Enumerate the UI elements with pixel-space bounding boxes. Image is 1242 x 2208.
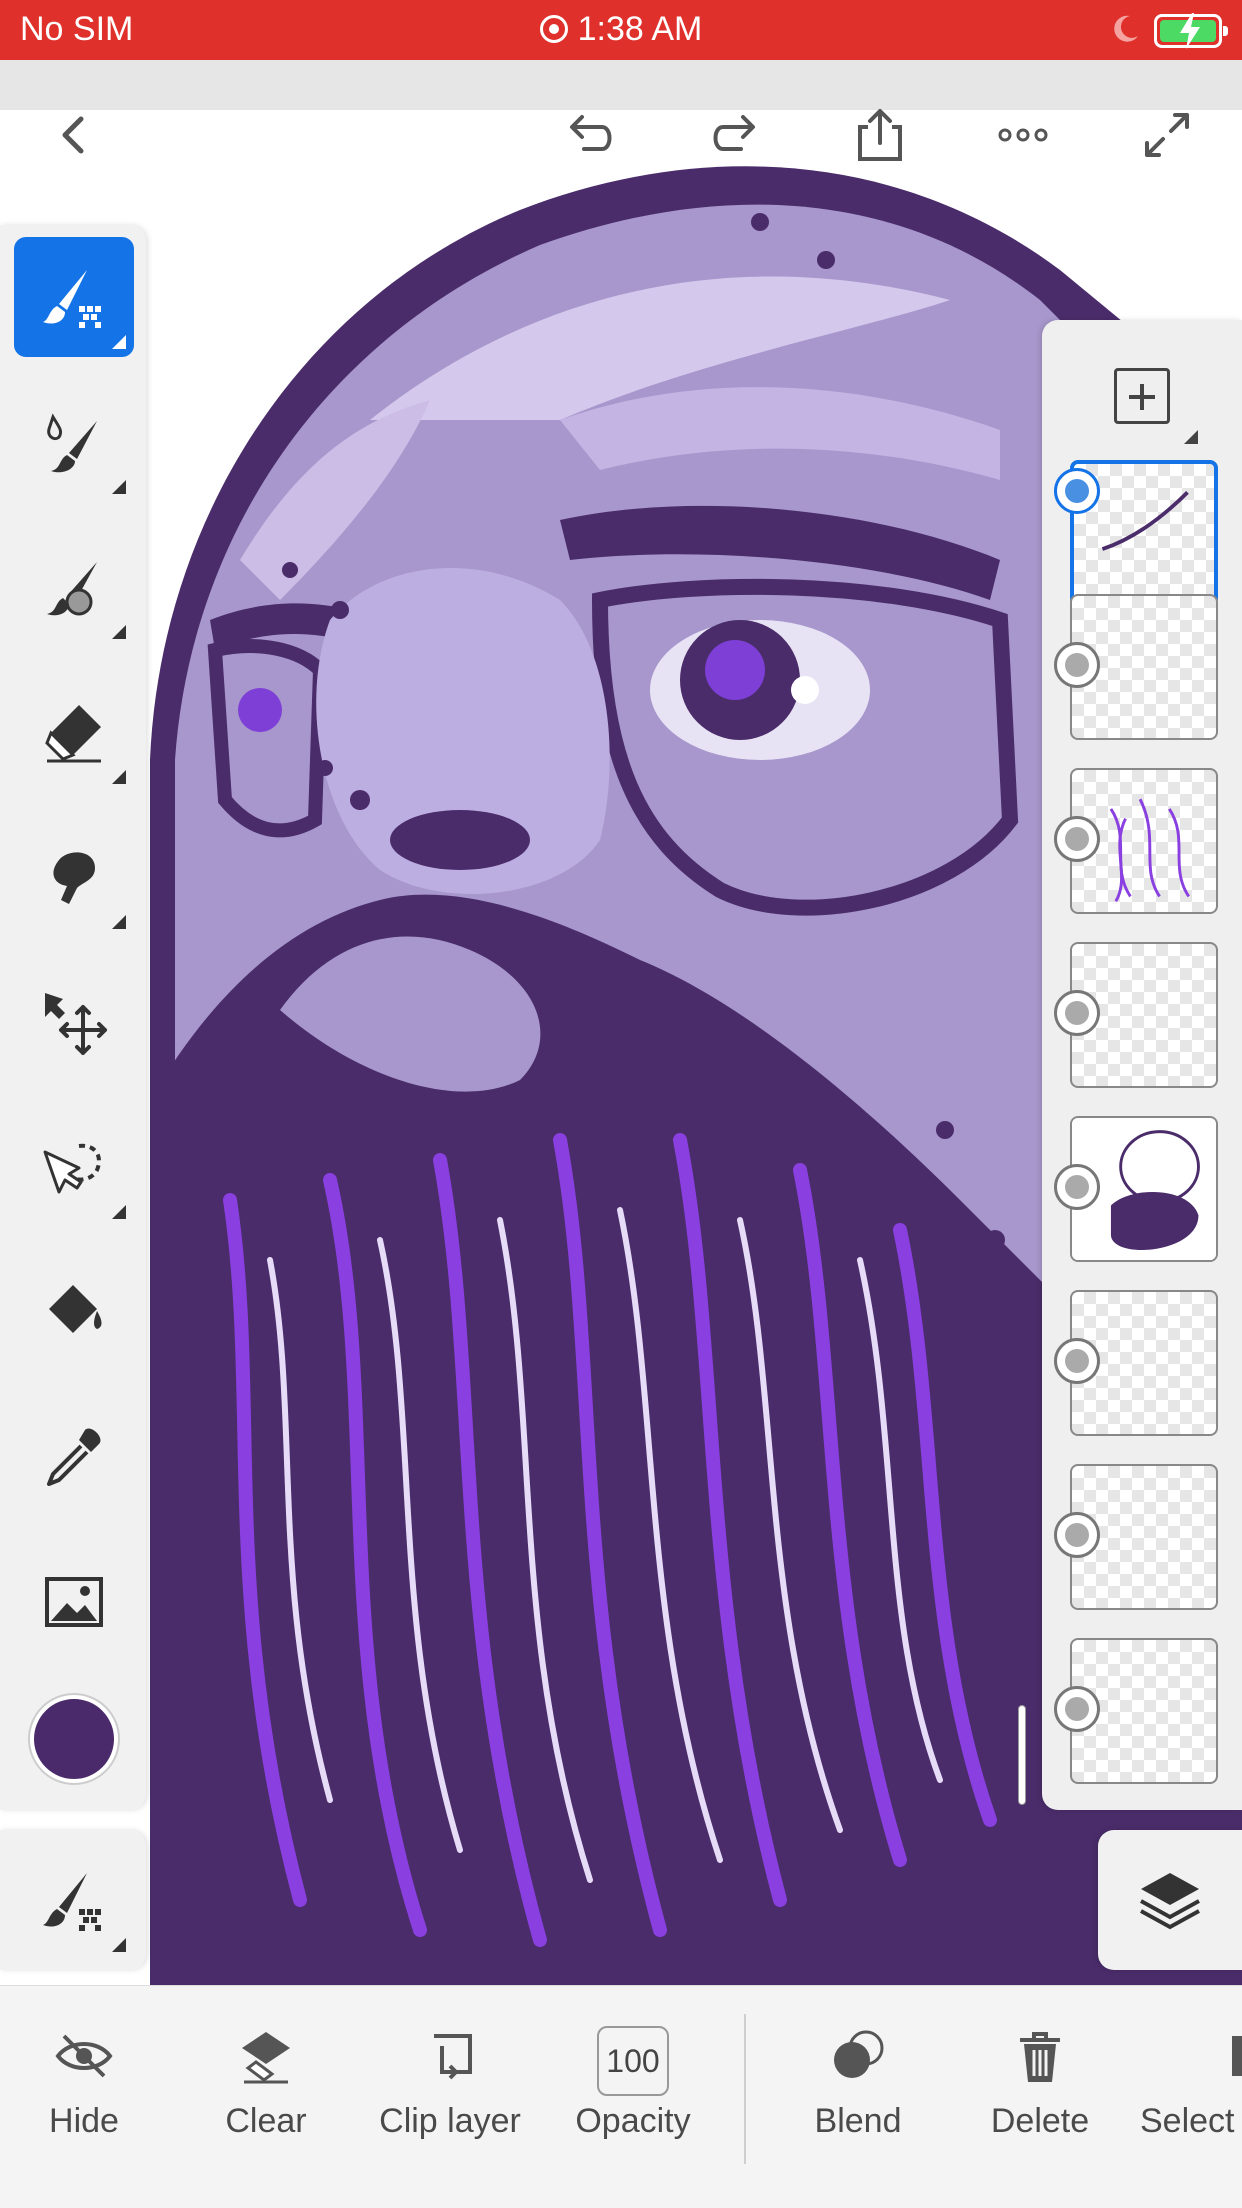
eraser-icon <box>45 705 101 763</box>
image-icon <box>45 1577 103 1627</box>
tool-image[interactable] <box>14 1542 134 1662</box>
tool-pixel-brush[interactable] <box>14 237 134 357</box>
tool-eyedropper[interactable] <box>14 1397 134 1517</box>
layer-visibility-radio[interactable] <box>1054 642 1100 688</box>
blend-label: Blend <box>814 2102 902 2140</box>
select-icon <box>1232 2036 1242 2076</box>
live-brush-icon <box>47 413 97 473</box>
undo-button[interactable] <box>555 100 625 170</box>
layer-visibility-radio[interactable] <box>1054 1686 1100 1732</box>
layer-visibility-radio[interactable] <box>1054 1164 1100 1210</box>
select-label: Select <box>1140 2102 1235 2140</box>
back-chevron-icon <box>62 116 84 154</box>
share-button[interactable] <box>845 100 915 170</box>
hide-layer-button[interactable]: Hide <box>4 2026 164 2141</box>
clock: 1:38 AM <box>577 10 703 48</box>
eraser-clear-icon <box>242 2032 290 2084</box>
lasso-select-icon <box>43 1143 101 1194</box>
color-picker-swatch[interactable] <box>30 1695 118 1783</box>
tool-live-brush[interactable] <box>14 382 134 502</box>
transform-icon <box>45 993 107 1055</box>
select-layer-button[interactable]: Select <box>1140 2026 1242 2141</box>
brush-settings-panel <box>0 1830 146 1970</box>
layer-visibility-radio[interactable] <box>1054 816 1100 862</box>
delete-label: Delete <box>990 2102 1090 2140</box>
more-button[interactable] <box>988 100 1058 170</box>
blend-button[interactable]: Blend <box>778 2026 938 2141</box>
tool-transform[interactable] <box>14 962 134 1082</box>
tool-palette <box>0 225 146 1810</box>
brush-settings-button[interactable] <box>14 1840 134 1960</box>
fullscreen-icon <box>1145 113 1189 157</box>
clip-layer-label: Clip layer <box>379 2102 521 2140</box>
undo-icon <box>570 115 612 151</box>
hide-label: Hide <box>49 2102 119 2140</box>
tool-smudge[interactable] <box>14 817 134 937</box>
pixel-brush-settings-icon <box>43 1873 101 1931</box>
eyedropper-icon <box>47 1428 101 1486</box>
vector-brush-icon <box>47 562 97 616</box>
add-layer-options-icon[interactable] <box>1184 430 1198 444</box>
layers-toggle-button[interactable] <box>1098 1830 1242 1970</box>
back-button[interactable] <box>38 100 108 170</box>
eye-off-icon <box>55 2034 113 2078</box>
clear-layer-button[interactable]: Clear <box>186 2026 346 2141</box>
action-divider <box>744 2014 746 2164</box>
delete-layer-button[interactable]: Delete <box>960 2026 1120 2141</box>
do-not-disturb-icon <box>1114 15 1138 42</box>
status-center: 1:38 AM <box>0 10 1242 49</box>
layer-visibility-radio[interactable] <box>1054 990 1100 1036</box>
layers-icon <box>1140 1873 1200 1930</box>
drawing-app: No SIM 1:38 AM Hide Clear Clip layer 100… <box>0 0 1242 2208</box>
layer-action-bar: Hide Clear Clip layer 100 Opacity Blend … <box>0 1985 1242 2208</box>
pixel-brush-icon <box>43 270 101 328</box>
opacity-label: Opacity <box>575 2102 691 2140</box>
layers-panel <box>1042 320 1242 1810</box>
layer-visibility-radio[interactable] <box>1054 468 1100 514</box>
tool-vector-brush[interactable] <box>14 527 134 647</box>
layers-scrollbar[interactable] <box>1018 1705 1026 1805</box>
tool-fill[interactable] <box>14 1252 134 1372</box>
tool-lasso-select[interactable] <box>14 1107 134 1227</box>
trash-icon <box>1020 2032 1060 2082</box>
clear-label: Clear <box>225 2102 307 2140</box>
recording-icon <box>539 15 568 43</box>
opacity-value: 100 <box>597 2026 669 2096</box>
add-layer-button[interactable] <box>1114 368 1170 424</box>
layer-visibility-radio[interactable] <box>1054 1338 1100 1384</box>
more-icon <box>998 128 1048 142</box>
opacity-button[interactable]: 100 Opacity <box>553 2026 713 2141</box>
fullscreen-button[interactable] <box>1132 100 1202 170</box>
tool-eraser[interactable] <box>14 672 134 792</box>
battery-icon <box>1154 13 1228 49</box>
status-bar: No SIM 1:38 AM <box>0 0 1242 60</box>
blend-icon <box>834 2030 884 2078</box>
share-icon <box>858 109 902 161</box>
layer-visibility-radio[interactable] <box>1054 1512 1100 1558</box>
redo-icon <box>713 115 755 151</box>
clip-layer-icon <box>434 2034 472 2080</box>
fill-icon <box>49 1285 102 1333</box>
redo-button[interactable] <box>700 100 770 170</box>
clip-layer-button[interactable]: Clip layer <box>370 2026 530 2141</box>
smudge-icon <box>53 852 95 904</box>
